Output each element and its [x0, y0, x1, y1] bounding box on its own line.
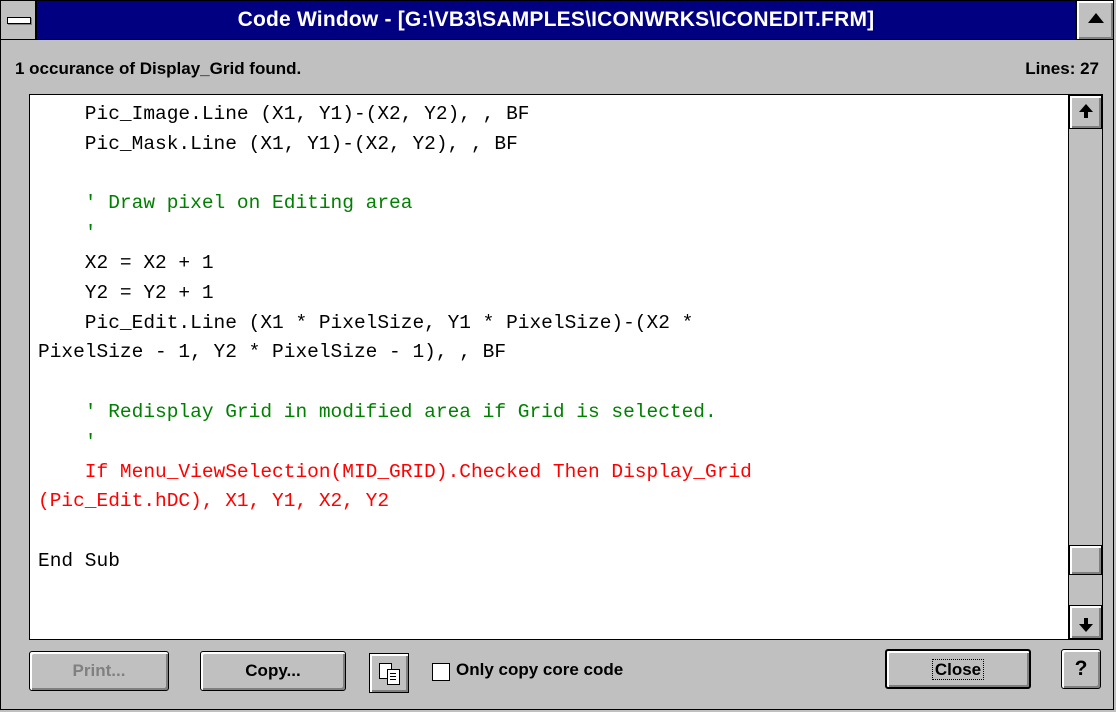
- only-copy-core-code-label[interactable]: Only copy core code: [456, 660, 623, 680]
- maximize-triangle-icon: [1088, 13, 1104, 23]
- copy-button[interactable]: Copy...: [200, 651, 346, 691]
- vertical-scrollbar[interactable]: [1068, 95, 1102, 639]
- code-line[interactable]: ': [38, 431, 97, 453]
- system-menu-button[interactable]: [1, 1, 37, 39]
- close-button-label: Close: [931, 659, 985, 680]
- copy-button-label: Copy...: [245, 661, 301, 680]
- status-bar: 1 occurance of Display_Grid found. Lines…: [1, 59, 1113, 87]
- code-line[interactable]: Pic_Mask.Line (X1, Y1)-(X2, Y2), , BF: [38, 133, 518, 155]
- scroll-down-button[interactable]: [1069, 605, 1102, 639]
- code-line[interactable]: (Pic_Edit.hDC), X1, Y1, X2, Y2: [38, 490, 389, 512]
- window-title: Code Window - [G:\VB3\SAMPLES\ICONWRKS\I…: [237, 8, 875, 31]
- code-line[interactable]: PixelSize - 1, Y2 * PixelSize - 1), , BF: [38, 341, 506, 363]
- code-text-area[interactable]: Pic_Image.Line (X1, Y1)-(X2, Y2), , BF P…: [30, 95, 1068, 639]
- close-button[interactable]: Close: [885, 649, 1031, 689]
- code-line[interactable]: ' Redisplay Grid in modified area if Gri…: [38, 401, 717, 423]
- scroll-thumb[interactable]: [1069, 545, 1102, 575]
- help-button[interactable]: ?: [1061, 649, 1101, 689]
- code-line[interactable]: ' Draw pixel on Editing area: [38, 192, 413, 214]
- title-bar[interactable]: Code Window - [G:\VB3\SAMPLES\ICONWRKS\I…: [1, 1, 1113, 40]
- code-line[interactable]: Pic_Edit.Line (X1 * PixelSize, Y1 * Pixe…: [38, 312, 694, 334]
- scroll-down-arrow-icon: [1079, 624, 1093, 632]
- code-line[interactable]: Pic_Image.Line (X1, Y1)-(X2, Y2), , BF: [38, 103, 530, 125]
- scroll-up-button[interactable]: [1069, 95, 1102, 129]
- code-line[interactable]: X2 = X2 + 1: [38, 252, 214, 274]
- code-line[interactable]: If Menu_ViewSelection(MID_GRID).Checked …: [38, 461, 752, 483]
- code-window: Code Window - [G:\VB3\SAMPLES\ICONWRKS\I…: [0, 0, 1114, 710]
- code-line[interactable]: ': [38, 222, 97, 244]
- print-button-label: Print...: [72, 661, 126, 680]
- search-result-text: 1 occurance of Display_Grid found.: [15, 59, 302, 78]
- system-menu-icon: [7, 17, 31, 24]
- print-button[interactable]: Print...: [29, 651, 169, 691]
- line-count: Lines: 27: [1025, 59, 1099, 78]
- code-line[interactable]: End Sub: [38, 550, 120, 572]
- code-view[interactable]: Pic_Image.Line (X1, Y1)-(X2, Y2), , BF P…: [29, 94, 1103, 640]
- scroll-up-arrow-icon: [1079, 104, 1093, 112]
- only-copy-core-code-checkbox[interactable]: [432, 663, 450, 681]
- maximize-button[interactable]: [1075, 1, 1113, 39]
- code-line[interactable]: Y2 = Y2 + 1: [38, 282, 214, 304]
- copy-to-clipboard-button[interactable]: [369, 653, 409, 693]
